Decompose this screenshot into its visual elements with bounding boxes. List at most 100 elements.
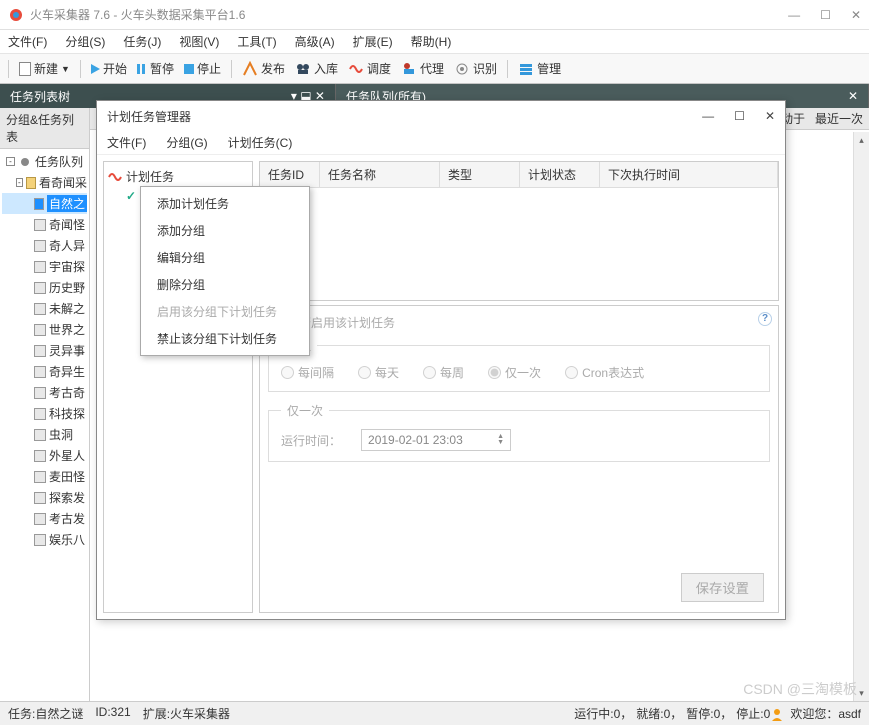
status-paused: 暂停:0，: [686, 705, 732, 722]
tb-proxy[interactable]: 代理: [397, 58, 448, 79]
vertical-scrollbar[interactable]: ▴ ▾: [853, 132, 869, 701]
radio-daily[interactable]: 每天: [358, 364, 399, 381]
gear-icon: [18, 156, 32, 168]
menu-help[interactable]: 帮助(H): [411, 33, 452, 50]
status-id: ID:321: [95, 705, 130, 722]
dialog-close-button[interactable]: ✕: [765, 109, 775, 123]
status-ready: 就绪:0，: [636, 705, 682, 722]
main-menubar: 文件(F) 分组(S) 任务(J) 视图(V) 工具(T) 高级(A) 扩展(E…: [0, 30, 869, 54]
spinner-icon[interactable]: ▲▼: [497, 434, 504, 446]
file-icon: [34, 198, 44, 210]
tree-item[interactable]: 历史野: [2, 277, 87, 298]
runtime-input[interactable]: 2019-02-01 23:03 ▲▼: [361, 429, 511, 451]
tb-start[interactable]: 开始: [87, 58, 131, 79]
main-titlebar: 火车采集器 7.6 - 火车头数据采集平台1.6 — ☐ ✕: [0, 0, 869, 30]
menu-tool[interactable]: 工具(T): [237, 33, 276, 50]
tree-item[interactable]: 麦田怪: [2, 466, 87, 487]
check-icon: ✓: [126, 189, 136, 203]
tree-item[interactable]: 宇宙探: [2, 256, 87, 277]
tree-item[interactable]: 奇人异: [2, 235, 87, 256]
ctx-delete-group[interactable]: 删除分组: [141, 271, 309, 298]
ctx-add-task[interactable]: 添加计划任务: [141, 190, 309, 217]
grid-col-status[interactable]: 计划状态: [520, 162, 600, 187]
menu-extend[interactable]: 扩展(E): [353, 33, 393, 50]
file-icon: [34, 492, 46, 504]
ctx-add-group[interactable]: 添加分组: [141, 217, 309, 244]
radio-once[interactable]: 仅一次: [488, 364, 541, 381]
ctx-edit-group[interactable]: 编辑分组: [141, 244, 309, 271]
file-icon: [34, 450, 46, 462]
task-form: ? 是否启用该计划任务 类型 每间隔 每天 每周 仅一次 Cron表达式: [259, 305, 779, 613]
file-icon: [34, 240, 46, 252]
dialog-maximize-button[interactable]: ☐: [734, 109, 745, 123]
tb-publish[interactable]: 发布: [238, 58, 289, 79]
tree-item[interactable]: 奇闻怪: [2, 214, 87, 235]
tb-stop[interactable]: 停止: [180, 58, 225, 79]
tree-item[interactable]: 考古奇: [2, 382, 87, 403]
dlg-menu-group[interactable]: 分组(G): [166, 134, 207, 151]
tree-item[interactable]: 考古发: [2, 508, 87, 529]
menu-view[interactable]: 视图(V): [179, 33, 219, 50]
grid-col-type[interactable]: 类型: [440, 162, 520, 187]
radio-weekly[interactable]: 每周: [423, 364, 464, 381]
tb-recognize[interactable]: 识别: [450, 58, 501, 79]
menu-group[interactable]: 分组(S): [65, 33, 105, 50]
file-icon: [34, 324, 46, 336]
file-icon: [34, 534, 46, 546]
ctx-disable-group[interactable]: 禁止该分组下计划任务: [141, 325, 309, 352]
radio-interval[interactable]: 每间隔: [281, 364, 334, 381]
tree-item[interactable]: 自然之: [2, 193, 87, 214]
file-icon: [34, 345, 46, 357]
minimize-button[interactable]: —: [788, 8, 800, 22]
tab-close-icon[interactable]: ✕: [848, 89, 858, 103]
tb-new[interactable]: 新建▼: [15, 58, 74, 79]
file-icon: [34, 261, 46, 273]
close-button[interactable]: ✕: [851, 8, 861, 22]
menu-advanced[interactable]: 高级(A): [295, 33, 335, 50]
dialog-minimize-button[interactable]: —: [702, 109, 714, 123]
file-icon: [34, 471, 46, 483]
play-icon: [91, 64, 100, 74]
tree-item[interactable]: 探索发: [2, 487, 87, 508]
tb-pause[interactable]: 暂停: [133, 58, 178, 79]
radio-cron[interactable]: Cron表达式: [565, 364, 644, 381]
tree-item[interactable]: 奇异生: [2, 361, 87, 382]
grid-col-next[interactable]: 下次执行时间: [600, 162, 778, 187]
tree-folder[interactable]: -看奇闻采: [2, 172, 87, 193]
dialog-menubar: 文件(F) 分组(G) 计划任务(C): [97, 131, 785, 155]
schedule-icon: [348, 61, 364, 77]
grid-col-name[interactable]: 任务名称: [320, 162, 440, 187]
tb-import[interactable]: 入库: [291, 58, 342, 79]
dlg-menu-file[interactable]: 文件(F): [107, 134, 146, 151]
save-button[interactable]: 保存设置: [681, 573, 764, 602]
file-icon: [34, 303, 46, 315]
tb-schedule[interactable]: 调度: [344, 58, 395, 79]
task-grid: 任务ID 任务名称 类型 计划状态 下次执行时间: [259, 161, 779, 301]
tree-item[interactable]: 灵异事: [2, 340, 87, 361]
schedule-icon: [108, 170, 122, 184]
scroll-up-icon[interactable]: ▴: [854, 132, 869, 148]
tree-item[interactable]: 世界之: [2, 319, 87, 340]
menu-file[interactable]: 文件(F): [8, 33, 47, 50]
tree-item[interactable]: 虫洞: [2, 424, 87, 445]
status-extend: 扩展:火车采集器: [143, 705, 230, 722]
ctx-enable-group: 启用该分组下计划任务: [141, 298, 309, 325]
tree-item[interactable]: 未解之: [2, 298, 87, 319]
tree-root[interactable]: -任务队列: [2, 151, 87, 172]
tree-item[interactable]: 娱乐八: [2, 529, 87, 550]
menu-task[interactable]: 任务(J): [123, 33, 161, 50]
help-icon[interactable]: ?: [758, 312, 772, 326]
status-running: 运行中:0，: [574, 705, 632, 722]
dlg-tree-root[interactable]: 计划任务: [108, 166, 248, 187]
col-recent: 最近一次: [815, 110, 863, 127]
tree-item[interactable]: 外星人: [2, 445, 87, 466]
tb-manage[interactable]: 管理: [514, 58, 565, 79]
grid-col-id[interactable]: 任务ID: [260, 162, 320, 187]
tree-item[interactable]: 科技探: [2, 403, 87, 424]
maximize-button[interactable]: ☐: [820, 8, 831, 22]
once-legend: 仅一次: [281, 402, 329, 419]
dialog-titlebar: 计划任务管理器 — ☐ ✕: [97, 101, 785, 131]
dlg-menu-task[interactable]: 计划任务(C): [228, 134, 293, 151]
once-fieldset: 仅一次 运行时间： 2019-02-01 23:03 ▲▼: [268, 402, 770, 462]
recognize-icon: [454, 61, 470, 77]
